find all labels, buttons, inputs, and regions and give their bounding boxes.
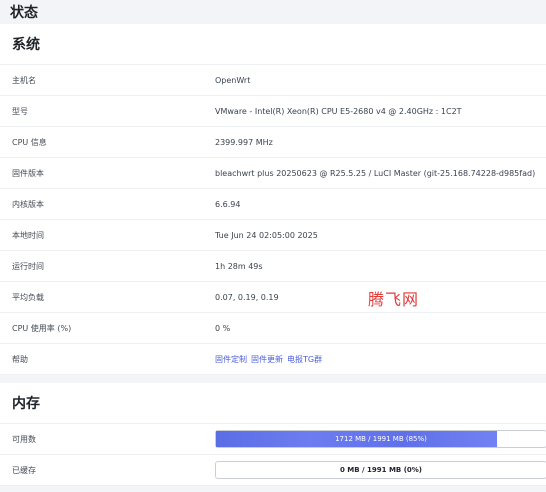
info-row-hostname: 主机名 OpenWrt	[0, 65, 546, 96]
info-row-cpu-info: CPU 信息 2399.997 MHz	[0, 127, 546, 158]
row-label: 平均负载	[12, 292, 44, 302]
help-links: 固件定制 固件更新 电报TG群	[215, 354, 546, 365]
row-value: 6.6.94	[215, 199, 241, 209]
row-label: CPU 使用率 (%)	[12, 323, 72, 333]
progress-text: 1712 MB / 1991 MB (85%)	[335, 435, 427, 443]
memory-section-title: 内存	[0, 383, 546, 424]
row-value: 2399.997 MHz	[215, 137, 273, 147]
row-value: 0 MB / 1991 MB (0%)	[215, 461, 546, 479]
memory-available-progress-bar: 1712 MB / 1991 MB (85%)	[215, 430, 546, 448]
row-value: 1h 28m 49s	[215, 261, 263, 271]
telegram-group-link[interactable]: 电报TG群	[287, 355, 322, 364]
row-label: 帮助	[12, 354, 28, 364]
row-label: 型号	[12, 106, 28, 116]
info-row-uptime: 运行时间 1h 28m 49s	[0, 251, 546, 282]
row-label: 本地时间	[12, 230, 44, 240]
info-row-firmware: 固件版本 bleachwrt plus 20250623 @ R25.5.25 …	[0, 158, 546, 189]
page-header: 状态	[0, 0, 546, 24]
memory-cached-progress-bar: 0 MB / 1991 MB (0%)	[215, 461, 546, 479]
system-card: 系统 主机名 OpenWrt 型号 VMware - Intel(R) Xeon…	[0, 24, 546, 375]
memory-row-cached: 已缓存 0 MB / 1991 MB (0%)	[0, 455, 546, 486]
progress-text: 0 MB / 1991 MB (0%)	[340, 466, 422, 474]
row-label: 主机名	[12, 75, 36, 85]
info-row-cpu-usage: CPU 使用率 (%) 0 %	[0, 313, 546, 344]
info-row-kernel: 内核版本 6.6.94	[0, 189, 546, 220]
row-label: 内核版本	[12, 199, 44, 209]
info-row-model: 型号 VMware - Intel(R) Xeon(R) CPU E5-2680…	[0, 96, 546, 127]
system-section-title: 系统	[0, 24, 546, 65]
page-title: 状态	[10, 5, 38, 21]
row-value: 1712 MB / 1991 MB (85%)	[215, 430, 546, 448]
row-label: 可用数	[12, 434, 36, 444]
row-value: OpenWrt	[215, 75, 251, 85]
info-row-load-average: 平均负载 0.07, 0.19, 0.19	[0, 282, 546, 313]
row-value: VMware - Intel(R) Xeon(R) CPU E5-2680 v4…	[215, 106, 462, 116]
row-label: 运行时间	[12, 261, 44, 271]
firmware-update-link[interactable]: 固件更新	[251, 355, 283, 364]
row-label: CPU 信息	[12, 137, 47, 147]
watermark-text: 腾飞网	[368, 290, 420, 309]
memory-card: 内存 可用数 1712 MB / 1991 MB (85%) 已缓存 0 MB …	[0, 383, 546, 486]
row-label: 固件版本	[12, 168, 44, 178]
info-row-help: 帮助 固件定制 固件更新 电报TG群	[0, 344, 546, 375]
info-row-local-time: 本地时间 Tue Jun 24 02:05:00 2025	[0, 220, 546, 251]
firmware-custom-link[interactable]: 固件定制	[215, 355, 247, 364]
row-value: 0 %	[215, 323, 231, 333]
memory-row-available: 可用数 1712 MB / 1991 MB (85%)	[0, 424, 546, 455]
section-gap	[0, 375, 546, 383]
row-value: Tue Jun 24 02:05:00 2025	[215, 230, 318, 240]
row-label: 已缓存	[12, 465, 36, 475]
row-value: bleachwrt plus 20250623 @ R25.5.25 / LuC…	[215, 168, 536, 178]
